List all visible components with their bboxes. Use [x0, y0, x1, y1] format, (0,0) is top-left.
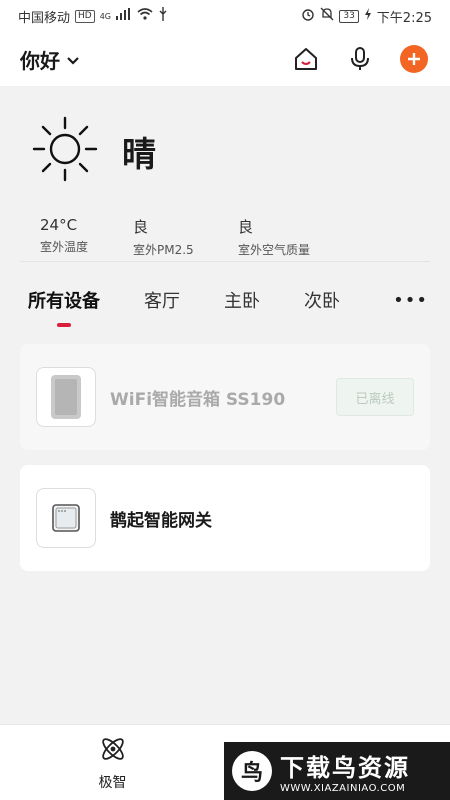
- tab-master-bedroom[interactable]: 主卧: [224, 287, 260, 313]
- tab-all-devices[interactable]: 所有设备: [28, 287, 100, 327]
- greeting-text: 你好: [20, 48, 60, 73]
- weather-stats: 24°C 室外温度 良 室外PM2.5 良 室外空气质量: [20, 216, 430, 258]
- add-icon[interactable]: [400, 45, 428, 73]
- home-selector[interactable]: 你好: [20, 45, 80, 74]
- signal-icon: [116, 8, 132, 24]
- atom-icon: [98, 734, 128, 768]
- home-icon[interactable]: [292, 45, 320, 73]
- mute-icon: [320, 7, 334, 25]
- nav-item-home[interactable]: 极智: [0, 734, 225, 792]
- status-right: 33 下午2:25: [301, 7, 432, 26]
- wifi-icon: [137, 8, 153, 24]
- watermark-url: WWW.XIAZAINIAO.COM: [280, 783, 406, 794]
- hd-badge: HD: [75, 9, 95, 23]
- status-bar: 中国移动 HD 4G 33 下午2:25: [0, 0, 450, 32]
- tab-second-bedroom[interactable]: 次卧: [304, 287, 340, 313]
- offline-badge: 已离线: [336, 378, 414, 416]
- sun-icon: [30, 114, 100, 188]
- stat-temperature: 24°C 室外温度: [40, 216, 133, 258]
- device-card-gateway[interactable]: 鹊起智能网关: [20, 465, 430, 571]
- usb-icon: [158, 7, 168, 25]
- more-icon[interactable]: •••: [393, 290, 428, 311]
- tab-living-room[interactable]: 客厅: [144, 287, 180, 313]
- carrier-name: 中国移动: [18, 10, 71, 26]
- tab-label: 次卧: [304, 291, 340, 312]
- network-type: 4G: [99, 11, 112, 21]
- divider: [20, 261, 430, 262]
- stat-air-quality: 良 室外空气质量: [238, 216, 310, 258]
- microphone-icon[interactable]: [346, 45, 374, 73]
- charging-icon: [364, 8, 372, 24]
- device-name: 鹊起智能网关: [110, 510, 212, 531]
- stat-label: 室外温度: [40, 240, 89, 254]
- weather-condition: 晴: [122, 134, 156, 175]
- stat-pm25: 良 室外PM2.5: [133, 216, 238, 258]
- header-actions: [292, 45, 428, 73]
- stat-label: 室外空气质量: [238, 243, 311, 257]
- tab-indicator: [57, 323, 71, 327]
- nav-label: 极智: [98, 774, 127, 791]
- app-header: 你好: [0, 32, 450, 86]
- watermark-text: 下载鸟资源 WWW.XIAZAINIAO.COM: [280, 748, 410, 794]
- watermark: 鸟 下载鸟资源 WWW.XIAZAINIAO.COM: [224, 742, 450, 800]
- stat-value: 良: [133, 218, 149, 236]
- clock-time: 下午2:25: [376, 10, 432, 26]
- watermark-title: 下载鸟资源: [280, 754, 410, 782]
- device-card-speaker[interactable]: WiFi智能音箱 SS190 已离线: [20, 344, 430, 450]
- chevron-down-icon: [66, 47, 80, 71]
- stat-value: 24°C: [40, 216, 78, 234]
- alarm-icon: [301, 7, 315, 25]
- room-tabs: 所有设备 客厅 主卧 次卧 •••: [0, 270, 450, 330]
- gateway-icon: [36, 488, 96, 548]
- tab-label: 主卧: [224, 291, 260, 312]
- watermark-logo-icon: 鸟: [232, 751, 272, 791]
- weather-panel: 晴 24°C 室外温度 良 室外PM2.5 良 室外空气质量: [0, 86, 450, 262]
- tab-label: 客厅: [144, 291, 180, 312]
- stat-value: 良: [238, 218, 254, 236]
- weather-summary: 晴: [20, 86, 430, 216]
- tab-label: 所有设备: [28, 291, 100, 312]
- status-left: 中国移动 HD 4G: [18, 7, 168, 26]
- stat-label: 室外PM2.5: [133, 243, 194, 257]
- speaker-icon: [36, 367, 96, 427]
- battery-level: 33: [339, 9, 359, 23]
- device-name: WiFi智能音箱 SS190: [110, 389, 286, 410]
